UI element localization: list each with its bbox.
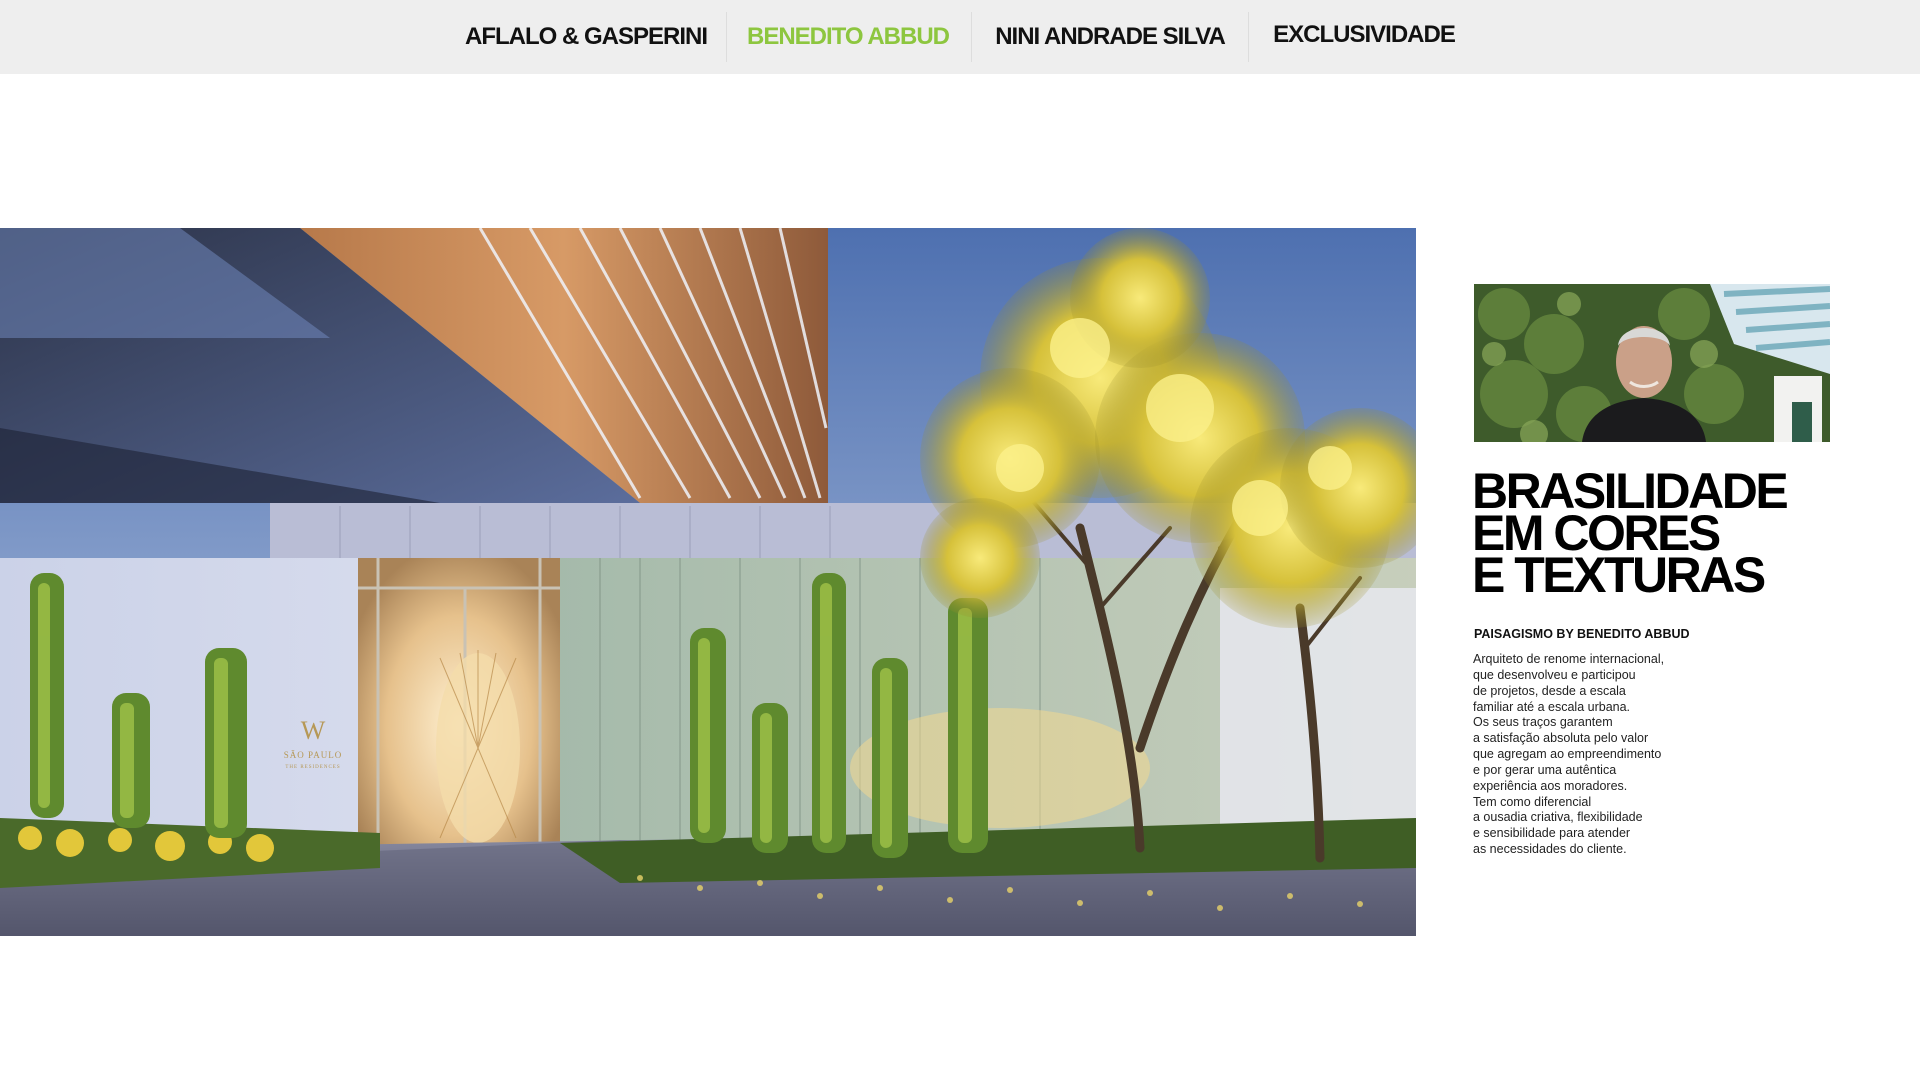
bio-line: que agregam ao empreendimento — [1473, 747, 1662, 762]
nav-tab-aflalo-gasperini[interactable]: AFLALO & GASPERINI — [465, 0, 708, 74]
svg-text:THE RESIDENCES: THE RESIDENCES — [285, 765, 340, 770]
bio-line: e por gerar uma autêntica — [1473, 762, 1617, 777]
credit-label: PAISAGISMO BY BENEDITO ABBUD — [1474, 627, 1690, 641]
bio-line: familiar até a escala urbana. — [1473, 699, 1631, 714]
bio-line: a satisfação absoluta pelo valor — [1473, 731, 1649, 746]
bio-line: que desenvolveu e participou — [1473, 667, 1636, 682]
bio-line: de projetos, desde a escala — [1473, 683, 1626, 698]
bio-paragraph: Arquiteto de renome internacional, que d… — [1473, 652, 1773, 858]
nav-tab-nini-andrade-silva[interactable]: NINI ANDRADE SILVA — [988, 0, 1232, 74]
nav-tab-benedito-abbud[interactable]: BENEDITO ABBUD — [740, 0, 956, 74]
bio-line: Arquiteto de renome internacional, — [1473, 652, 1665, 666]
bio-line: Tem como diferencial — [1473, 794, 1592, 809]
bio-line: as necessidades do cliente. — [1473, 842, 1627, 857]
bio-line: Os seus traços garantem — [1473, 715, 1613, 730]
svg-text:W: W — [301, 716, 326, 745]
headline-line: E TEXTURAS — [1472, 547, 1766, 603]
bio-line: a ousadia criativa, flexibilidade — [1473, 810, 1643, 825]
benedito-abbud-portrait — [1474, 284, 1830, 442]
svg-text:SÃO PAULO: SÃO PAULO — [284, 750, 342, 760]
nav-divider — [1248, 12, 1249, 62]
nav-divider — [726, 12, 727, 62]
nav-tab-exclusividade[interactable]: EXCLUSIVIDADE — [1266, 0, 1462, 72]
top-navigation: AFLALO & GASPERINI BENEDITO ABBUD NINI A… — [0, 0, 1920, 74]
hero-entrance-image: W SÃO PAULO THE RESIDENCES — [0, 228, 1416, 936]
bio-line: e sensibilidade para atender — [1473, 826, 1631, 841]
bio-line: experiência aos moradores. — [1473, 778, 1628, 793]
headline: BRASILIDADE EM CORES E TEXTURAS — [1472, 466, 1892, 603]
nav-divider — [971, 12, 972, 62]
